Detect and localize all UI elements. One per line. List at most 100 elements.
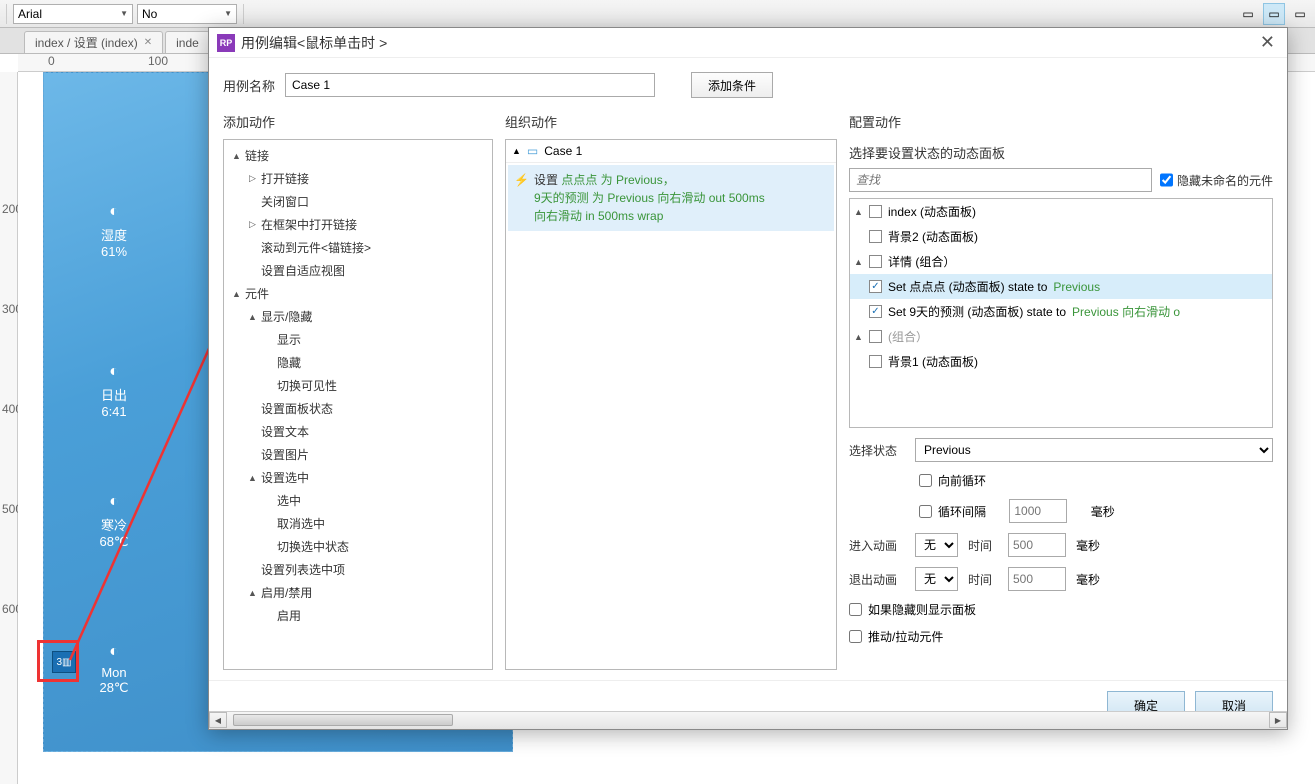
anim-in-time-input[interactable] xyxy=(1008,533,1066,557)
checkbox-icon[interactable] xyxy=(869,205,882,218)
action-tree-item[interactable]: ▷在框架中打开链接 xyxy=(224,213,492,236)
cold-icon: ◐ xyxy=(74,493,154,511)
case-icon: ▭ xyxy=(527,144,538,158)
show-if-hidden-checkbox[interactable]: 如果隐藏则显示面板 xyxy=(849,601,976,618)
hide-unnamed-checkbox[interactable]: 隐藏未命名的元件 xyxy=(1160,168,1273,192)
config-subtitle: 选择要设置状态的动态面板 xyxy=(849,139,1273,168)
align-button[interactable]: ▭ xyxy=(1237,3,1259,25)
triangle-icon: ▲ xyxy=(854,207,863,217)
triangle-icon: ▲ xyxy=(512,146,521,156)
tab-label: inde xyxy=(176,36,199,50)
checkbox-icon[interactable] xyxy=(869,255,882,268)
case-header[interactable]: ▲ ▭ Case 1 xyxy=(506,140,836,163)
triangle-icon: ▷ xyxy=(248,173,257,184)
anim-out-label: 退出动画 xyxy=(849,571,905,588)
action-tree-item[interactable]: 设置图片 xyxy=(224,443,492,466)
action-tree-item[interactable]: 滚动到元件<锚链接> xyxy=(224,236,492,259)
loop-interval-checkbox[interactable]: 循环间隔 xyxy=(919,503,986,520)
action-tree-item[interactable]: ▲启用/禁用 xyxy=(224,581,492,604)
action-tree-item[interactable]: ▷打开链接 xyxy=(224,167,492,190)
triangle-icon: ▲ xyxy=(232,151,241,161)
chevron-down-icon: ▼ xyxy=(120,9,128,18)
organize-panel: ▲ ▭ Case 1 ⚡ 设置 点点点 为 Previous， 9天的预测 为 … xyxy=(505,139,837,670)
tab-index[interactable]: inde xyxy=(165,31,210,53)
search-input[interactable] xyxy=(849,168,1152,192)
dialog-titlebar: RP 用例编辑<鼠标单击时 > ✕ xyxy=(209,28,1287,58)
moon-icon: ◐ xyxy=(74,643,154,661)
action-item[interactable]: ⚡ 设置 点点点 为 Previous， 9天的预测 为 Previous 向右… xyxy=(508,165,834,231)
tab-label: index / 设置 (index) xyxy=(35,34,138,51)
card-sunrise: ◐日出6:41 xyxy=(74,363,154,419)
state-label: 选择状态 xyxy=(849,442,905,459)
close-icon[interactable]: ✕ xyxy=(144,37,152,48)
chevron-down-icon: ▼ xyxy=(224,9,232,18)
panel-tree-row[interactable]: ▲index (动态面板) xyxy=(850,199,1272,224)
sunrise-icon: ◐ xyxy=(74,363,154,381)
action-tree-item[interactable]: 关闭窗口 xyxy=(224,190,492,213)
panel-tree-row[interactable]: 背景1 (动态面板) xyxy=(850,349,1272,374)
card-monday: ◐Mon28℃ xyxy=(74,643,154,696)
loop-forward-checkbox[interactable]: 向前循环 xyxy=(919,472,986,489)
time-label: 时间 xyxy=(968,537,998,554)
column-title: 配置动作 xyxy=(849,106,1273,139)
lightning-icon: ⚡ xyxy=(514,171,529,189)
action-tree-item[interactable]: 隐藏 xyxy=(224,351,492,374)
action-tree-item[interactable]: 设置文本 xyxy=(224,420,492,443)
checkbox-icon[interactable]: ✓ xyxy=(869,305,882,318)
style-label: No xyxy=(142,7,157,21)
case-label: Case 1 xyxy=(544,144,582,158)
action-tree-item[interactable]: 取消选中 xyxy=(224,512,492,535)
checkbox-icon[interactable]: ✓ xyxy=(869,280,882,293)
checkbox-icon[interactable] xyxy=(869,230,882,243)
triangle-icon: ▲ xyxy=(232,289,241,299)
configure-action-column: 配置动作 选择要设置状态的动态面板 隐藏未命名的元件 ▲index (动态面板)… xyxy=(849,106,1273,670)
triangle-icon: ▲ xyxy=(854,332,863,342)
font-label: Arial xyxy=(18,7,42,21)
tab-index-settings[interactable]: index / 设置 (index) ✕ xyxy=(24,31,163,53)
close-button[interactable]: ✕ xyxy=(1256,32,1279,53)
action-tree-item[interactable]: ▲链接 xyxy=(224,144,492,167)
panel-tree-row[interactable]: ▲详情 (组合） xyxy=(850,249,1272,274)
triangle-icon: ▲ xyxy=(854,257,863,267)
organize-action-column: 组织动作 ▲ ▭ Case 1 ⚡ 设置 点点点 为 Previous， 9天的… xyxy=(505,106,837,670)
anim-out-time-input[interactable] xyxy=(1008,567,1066,591)
checkbox-icon[interactable] xyxy=(869,355,882,368)
panel-tree-row[interactable]: ✓Set 9天的预测 (动态面板) state to Previous 向右滑动… xyxy=(850,299,1272,324)
font-combo[interactable]: Arial ▼ xyxy=(13,4,133,24)
action-tree-item[interactable]: 显示 xyxy=(224,328,492,351)
case-name-input[interactable] xyxy=(285,73,655,97)
action-tree-item[interactable]: 切换选中状态 xyxy=(224,535,492,558)
action-tree-item[interactable]: 设置自适应视图 xyxy=(224,259,492,282)
align-button-2[interactable]: ▭ xyxy=(1263,3,1285,25)
panel-tree: ▲index (动态面板)背景2 (动态面板)▲详情 (组合）✓Set 点点点 … xyxy=(849,198,1273,428)
action-tree-item[interactable]: ▲元件 xyxy=(224,282,492,305)
action-tree-item[interactable]: ▲显示/隐藏 xyxy=(224,305,492,328)
card-humidity: ◐湿度61% xyxy=(74,203,154,259)
anim-in-select[interactable]: 无 xyxy=(915,533,958,557)
add-condition-button[interactable]: 添加条件 xyxy=(691,72,773,98)
style-combo[interactable]: No ▼ xyxy=(137,4,237,24)
push-pull-checkbox[interactable]: 推动/拉动元件 xyxy=(849,628,943,645)
time-label: 时间 xyxy=(968,571,998,588)
align-button-3[interactable]: ▭ xyxy=(1289,3,1311,25)
triangle-icon: ▲ xyxy=(248,473,257,483)
action-tree-item[interactable]: ▲设置选中 xyxy=(224,466,492,489)
dialog-title: 用例编辑<鼠标单击时 > xyxy=(241,33,387,53)
action-tree-item[interactable]: 选中 xyxy=(224,489,492,512)
state-select[interactable]: Previous xyxy=(915,438,1273,462)
anim-out-select[interactable]: 无 xyxy=(915,567,958,591)
triangle-icon: ▷ xyxy=(248,219,257,230)
panel-tree-row[interactable]: ✓Set 点点点 (动态面板) state to Previous xyxy=(850,274,1272,299)
column-title: 添加动作 xyxy=(223,106,493,139)
action-tree-item[interactable]: 切换可见性 xyxy=(224,374,492,397)
panel-tree-row[interactable]: 背景2 (动态面板) xyxy=(850,224,1272,249)
panel-tree-row[interactable]: ▲(组合） xyxy=(850,324,1272,349)
case-name-label: 用例名称 xyxy=(223,76,275,95)
action-tree-item[interactable]: 设置面板状态 xyxy=(224,397,492,420)
checkbox-icon[interactable] xyxy=(869,330,882,343)
action-tree-item[interactable]: 设置列表选中项 xyxy=(224,558,492,581)
app-icon: RP xyxy=(217,34,235,52)
humidity-icon: ◐ xyxy=(74,203,154,221)
action-tree-item[interactable]: 启用 xyxy=(224,604,492,627)
interval-input[interactable] xyxy=(1009,499,1067,523)
